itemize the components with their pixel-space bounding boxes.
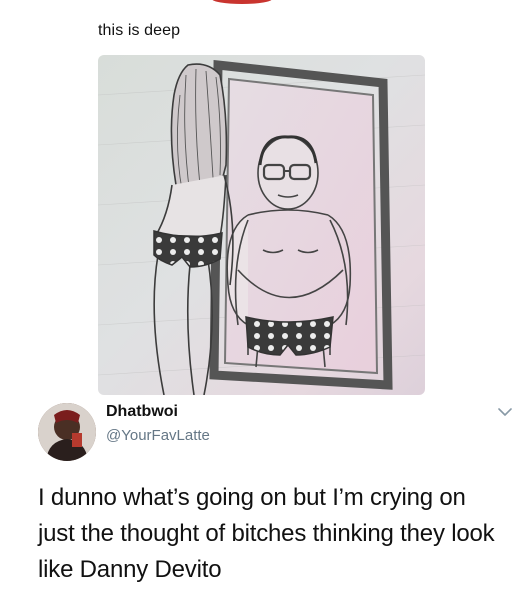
sketch-drawing — [98, 55, 425, 395]
tweet-header: Dhatbwoi @YourFavLatte — [38, 403, 512, 463]
tweet-text: I dunno what’s going on but I’m crying o… — [38, 484, 495, 583]
display-name[interactable]: Dhatbwoi — [106, 403, 178, 421]
chevron-down-icon[interactable] — [497, 405, 513, 419]
user-handle[interactable]: @YourFavLatte — [106, 427, 210, 444]
sketch-image[interactable] — [98, 55, 425, 395]
top-cropped-element — [212, 0, 272, 4]
avatar[interactable] — [38, 403, 96, 461]
woman-briefs — [153, 229, 223, 268]
post-caption: this is deep — [98, 22, 181, 39]
avatar-image — [38, 403, 96, 461]
